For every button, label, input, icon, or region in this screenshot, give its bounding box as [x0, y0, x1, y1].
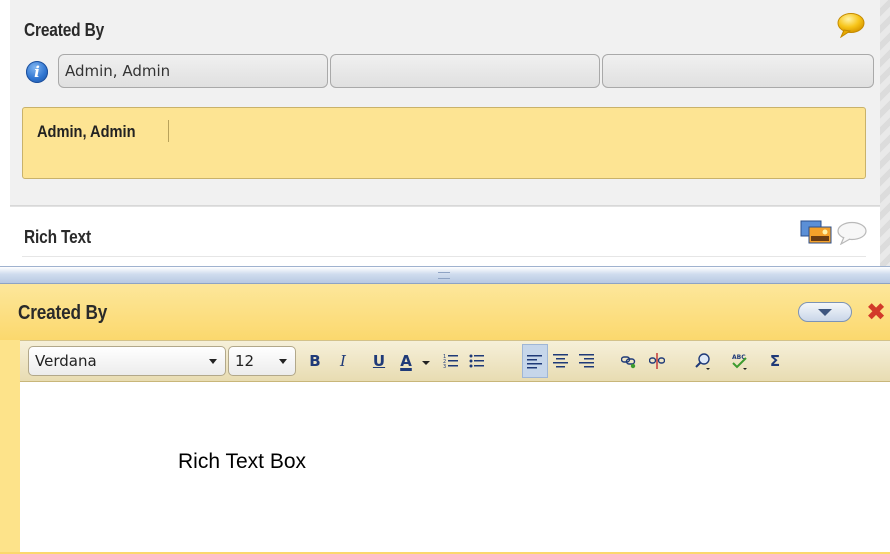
align-center-button[interactable] [550, 344, 572, 378]
align-center-icon [553, 354, 568, 368]
bold-button[interactable]: B [304, 344, 326, 378]
chevron-down-icon [279, 359, 287, 364]
image-icon[interactable] [800, 219, 834, 245]
formula-button[interactable]: Σ [764, 344, 786, 378]
selected-value-text: Admin, Admin [37, 122, 136, 141]
close-icon[interactable]: ✖ [866, 298, 890, 326]
bulleted-list-button[interactable] [466, 344, 488, 378]
numbered-list-icon: 1 2 3 [443, 354, 458, 369]
rich-text-content: Rich Text Box [178, 450, 306, 473]
editor-header: Created By ✖ [0, 284, 890, 340]
editor-title: Created By [18, 302, 108, 324]
chevron-down-icon [209, 359, 217, 364]
svg-text:3: 3 [443, 364, 446, 369]
splitter-handle[interactable] [0, 266, 890, 284]
underline-button[interactable]: U [368, 344, 390, 378]
rich-text-section: Rich Text [10, 206, 880, 268]
italic-button[interactable]: I [332, 344, 354, 378]
rich-text-content-area[interactable]: Rich Text Box [20, 382, 890, 552]
chevron-down-icon [818, 309, 832, 316]
bulleted-list-icon [469, 354, 484, 368]
collapse-button[interactable] [798, 302, 852, 322]
name-field-2[interactable] [330, 54, 600, 88]
splitter-grip[interactable] [438, 272, 450, 279]
editor-toolbar: Verdana 12 B I U A 1 2 3 ABC Σ [20, 340, 890, 382]
form-panel: Created By i Admin, Admin Admin, Admin R… [0, 0, 890, 268]
spellcheck-button[interactable]: ABC [728, 344, 750, 378]
font-color-button[interactable]: A [395, 344, 417, 378]
scroll-edge [880, 0, 890, 266]
rich-text-editor: Created By ✖ Verdana 12 B I U A 1 2 3 AB… [0, 284, 890, 554]
numbered-list-button[interactable]: 1 2 3 [440, 344, 462, 378]
font-family-select[interactable]: Verdana [28, 346, 226, 376]
info-icon[interactable]: i [26, 61, 48, 83]
find-icon [695, 353, 710, 370]
font-size-value: 12 [235, 352, 255, 370]
rich-text-label: Rich Text [24, 227, 91, 247]
text-cursor [168, 120, 169, 142]
align-left-icon [527, 355, 542, 369]
spellcheck-icon: ABC [732, 354, 747, 370]
unlink-icon [649, 353, 665, 369]
created-by-section: Created By i Admin, Admin Admin, Admin [10, 0, 880, 206]
insert-link-button[interactable] [618, 344, 640, 378]
font-size-select[interactable]: 12 [228, 346, 296, 376]
find-button[interactable] [692, 344, 714, 378]
comment-bubble-icon[interactable] [836, 12, 866, 38]
align-left-button[interactable] [522, 344, 548, 378]
link-icon [621, 356, 636, 369]
remove-link-button[interactable] [646, 344, 668, 378]
font-color-dropdown[interactable] [419, 344, 433, 378]
align-right-button[interactable] [576, 344, 598, 378]
align-right-icon [579, 354, 594, 368]
sigma-icon: Σ [769, 352, 781, 370]
name-field-3[interactable] [602, 54, 874, 88]
font-family-value: Verdana [35, 352, 97, 370]
name-field-1[interactable]: Admin, Admin [58, 54, 328, 88]
selected-value-box[interactable]: Admin, Admin [22, 107, 866, 179]
chevron-down-icon [422, 361, 430, 365]
comment-bubble-outline-icon[interactable] [834, 221, 868, 245]
created-by-label: Created By [24, 20, 105, 40]
